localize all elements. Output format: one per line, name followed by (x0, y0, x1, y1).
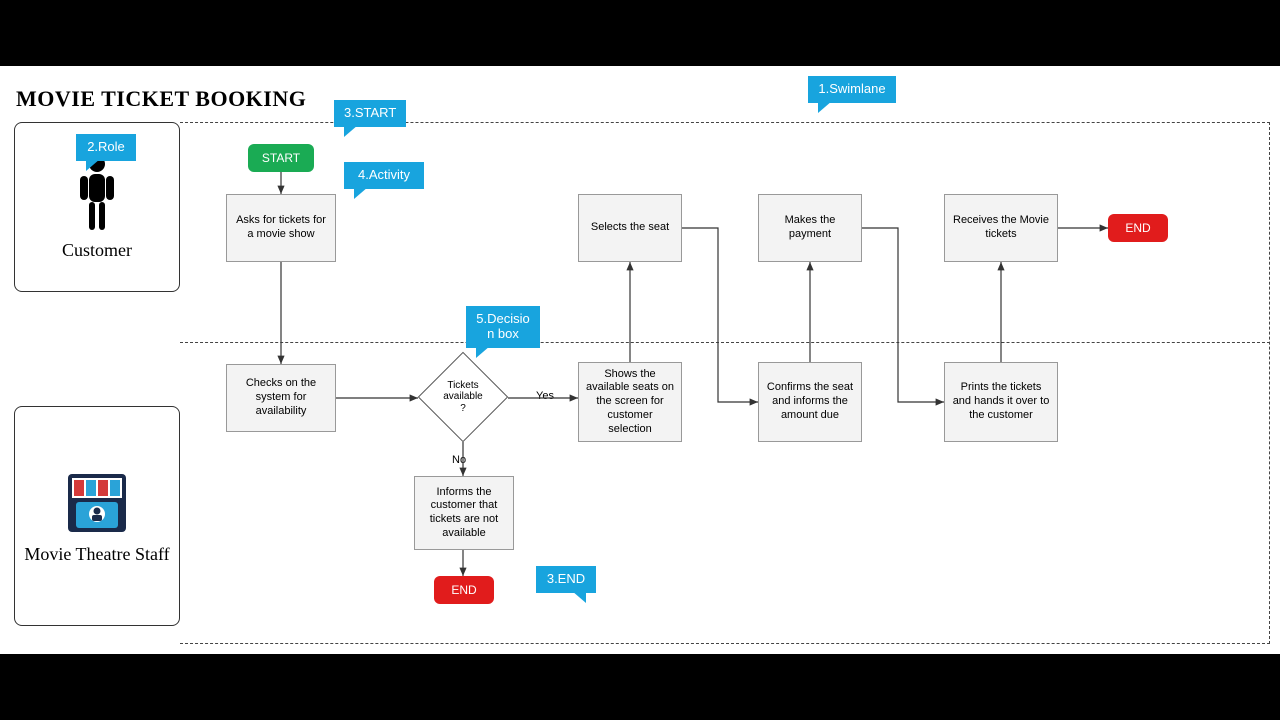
activity-confirm: Confirms the seat and informs the amount… (758, 362, 862, 442)
callout-activity-label: 4.Activity (358, 167, 410, 182)
diagram-canvas: MOVIE TICKET BOOKING Customer Movie The (0, 66, 1280, 654)
activity-pay: Makes the payment (758, 194, 862, 262)
callout-start: 3.START (334, 100, 406, 127)
activity-show-seats: Shows the available seats on the screen … (578, 362, 682, 442)
role-staff-label: Movie Theatre Staff (24, 544, 169, 565)
edge-label-no: No (450, 454, 468, 466)
activity-check: Checks on the system for availability (226, 364, 336, 432)
role-customer-label: Customer (62, 240, 132, 261)
activity-inform-na: Informs the customer that tickets are no… (414, 476, 514, 550)
decision-tickets-available: Tickets available ? (418, 352, 508, 442)
end-node-1: END (1108, 214, 1168, 242)
callout-activity: 4.Activity (344, 162, 424, 189)
diagram-title: MOVIE TICKET BOOKING (16, 86, 306, 112)
swimlane-container (180, 122, 1270, 644)
start-node: START (248, 144, 314, 172)
edge-label-yes: Yes (534, 390, 556, 402)
callout-role: 2.Role (76, 134, 136, 161)
callout-role-label: 2.Role (87, 139, 125, 154)
callout-end: 3.END (536, 566, 596, 593)
callout-end-label: 3.END (547, 571, 585, 586)
swimlane-divider (180, 342, 1270, 343)
activity-receive: Receives the Movie tickets (944, 194, 1058, 262)
decision-label: Tickets available ? (418, 352, 508, 442)
activity-ask: Asks for tickets for a movie show (226, 194, 336, 262)
callout-swimlane-label: 1.Swimlane (818, 81, 885, 96)
callout-swimlane: 1.Swimlane (808, 76, 896, 103)
callout-start-label: 3.START (344, 105, 396, 120)
activity-select-seat: Selects the seat (578, 194, 682, 262)
role-staff: Movie Theatre Staff (14, 406, 180, 626)
ticket-booth-icon (62, 468, 132, 538)
callout-decision-label: 5.Decisio n box (476, 311, 529, 341)
end-node-2: END (434, 576, 494, 604)
callout-decision: 5.Decisio n box (466, 306, 540, 348)
activity-print: Prints the tickets and hands it over to … (944, 362, 1058, 442)
